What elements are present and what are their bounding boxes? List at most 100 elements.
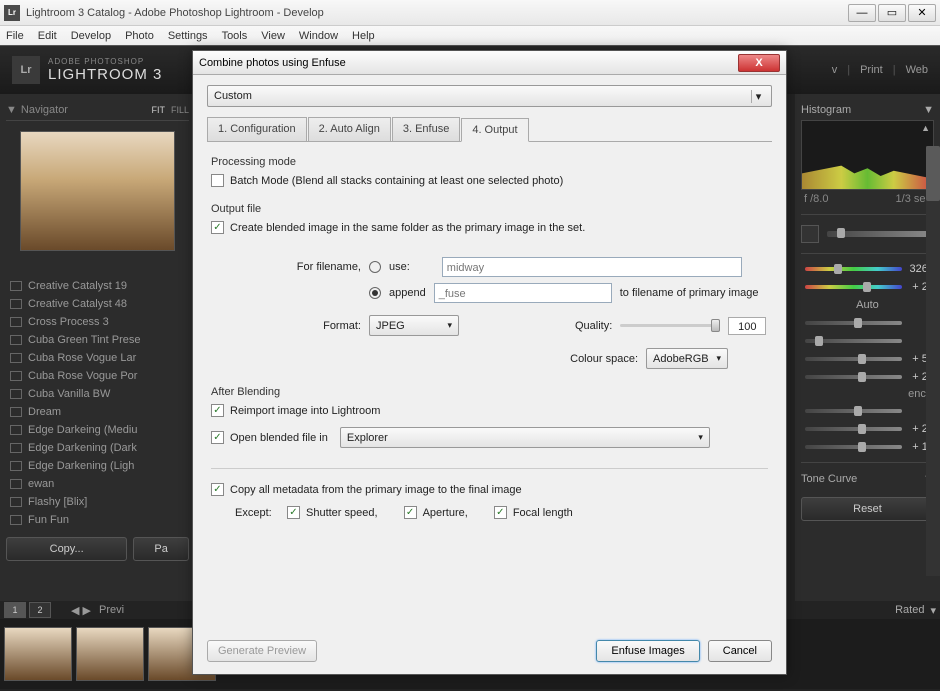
navigator-header[interactable]: ▼ Navigator FIT FILL <box>6 100 189 121</box>
open-file-label: Open blended file in <box>230 432 328 444</box>
preset-list: Creative Catalyst 19 Creative Catalyst 4… <box>6 277 189 529</box>
copy-metadata-label: Copy all metadata from the primary image… <box>230 484 522 496</box>
triangle-icon: ▼ <box>6 104 17 116</box>
batch-mode-label: Batch Mode (Blend all stacks containing … <box>230 175 563 187</box>
append-suffix-label: to filename of primary image <box>620 287 759 299</box>
menu-photo[interactable]: Photo <box>125 30 154 42</box>
preset-item[interactable]: Cuba Green Tint Prese <box>6 331 189 349</box>
open-file-checkbox[interactable]: ✓ <box>211 431 224 444</box>
chevron-down-icon: ▾ <box>698 432 703 443</box>
preset-item[interactable]: ewan <box>6 475 189 493</box>
menu-develop[interactable]: Develop <box>71 30 111 42</box>
menu-window[interactable]: Window <box>299 30 338 42</box>
menu-view[interactable]: View <box>261 30 285 42</box>
tab-configuration[interactable]: 1. Configuration <box>207 117 307 141</box>
chevron-down-icon: ▾ <box>447 320 452 331</box>
same-folder-checkbox[interactable]: ✓ <box>211 221 224 234</box>
filter-rated[interactable]: Rated <box>895 604 924 616</box>
menu-help[interactable]: Help <box>352 30 375 42</box>
open-in-select[interactable]: Explorer▾ <box>340 427 710 448</box>
preset-dropdown[interactable]: Custom▾ <box>207 85 772 107</box>
batch-mode-checkbox[interactable] <box>211 174 224 187</box>
preset-item[interactable]: Creative Catalyst 19 <box>6 277 189 295</box>
close-button[interactable]: ✕ <box>908 4 936 22</box>
fill-toggle[interactable]: FILL <box>171 105 189 115</box>
cancel-button[interactable]: Cancel <box>708 640 772 662</box>
preset-item[interactable]: Creative Catalyst 48 <box>6 295 189 313</box>
window-title: Lightroom 3 Catalog - Adobe Photoshop Li… <box>26 7 324 19</box>
right-scrollbar[interactable] <box>926 146 940 576</box>
filmstrip-thumb[interactable] <box>4 627 72 681</box>
reimport-label: Reimport image into Lightroom <box>230 405 380 417</box>
tab-bar: 1. Configuration 2. Auto Align 3. Enfuse… <box>207 117 772 141</box>
preset-item[interactable]: Edge Darkening (Ligh <box>6 457 189 475</box>
module-web[interactable]: Web <box>906 64 928 76</box>
histogram-display[interactable]: ▲ <box>801 120 934 190</box>
preset-item[interactable]: Cuba Vanilla BW <box>6 385 189 403</box>
menu-settings[interactable]: Settings <box>168 30 208 42</box>
except-aperture-label: Aperture, <box>423 507 468 519</box>
except-shutter-checkbox[interactable]: ✓ <box>287 506 300 519</box>
auto-button[interactable]: Auto <box>801 296 934 314</box>
preset-item[interactable]: Dream <box>6 403 189 421</box>
filmstrip-thumb[interactable] <box>76 627 144 681</box>
format-select[interactable]: JPEG▾ <box>369 315 459 336</box>
dialog-close-button[interactable]: X <box>738 54 780 72</box>
except-focal-checkbox[interactable]: ✓ <box>494 506 507 519</box>
tab-autoalign[interactable]: 2. Auto Align <box>308 117 391 141</box>
preset-item[interactable]: Flashy [Blix] <box>6 493 189 511</box>
presence-label: ence <box>801 386 934 402</box>
menu-file[interactable]: File <box>6 30 24 42</box>
append-input[interactable]: _fuse <box>434 283 612 303</box>
enfuse-dialog: Combine photos using Enfuse X Custom▾ 1.… <box>192 50 787 675</box>
dialog-title: Combine photos using Enfuse <box>199 57 346 69</box>
except-shutter-label: Shutter speed, <box>306 507 378 519</box>
crop-tool-icon[interactable] <box>801 225 819 243</box>
window-titlebar: Lr Lightroom 3 Catalog - Adobe Photoshop… <box>0 0 940 26</box>
left-panel: ▼ Navigator FIT FILL Creative Catalyst 1… <box>0 94 195 601</box>
colorspace-select[interactable]: AdobeRGB▾ <box>646 348 728 369</box>
preset-item[interactable]: Edge Darkening (Dark <box>6 439 189 457</box>
preset-item[interactable]: Edge Darkeing (Mediu <box>6 421 189 439</box>
copy-metadata-checkbox[interactable]: ✓ <box>211 483 224 496</box>
tab-output[interactable]: 4. Output <box>461 118 528 142</box>
preset-item[interactable]: Cuba Rose Vogue Lar <box>6 349 189 367</box>
tonecurve-header[interactable]: Tone Curve▼ <box>801 469 934 489</box>
quality-slider[interactable] <box>620 324 720 327</box>
preset-item[interactable]: Cross Process 3 <box>6 313 189 331</box>
copy-button[interactable]: Copy... <box>6 537 127 561</box>
reset-button[interactable]: Reset <box>801 497 934 521</box>
module-develop[interactable]: v <box>832 64 838 76</box>
preset-item[interactable]: Cuba Rose Vogue Por <box>6 367 189 385</box>
menu-tools[interactable]: Tools <box>222 30 248 42</box>
fit-toggle[interactable]: FIT <box>151 105 165 115</box>
minimize-button[interactable]: — <box>848 4 876 22</box>
paste-button[interactable]: Pa <box>133 537 189 561</box>
use-filename-input[interactable]: midway <box>442 257 742 277</box>
quality-value[interactable]: 100 <box>728 317 766 335</box>
maximize-button[interactable]: ▭ <box>878 4 906 22</box>
menu-bar: File Edit Develop Photo Settings Tools V… <box>0 26 940 46</box>
group-processing-mode: Processing mode <box>211 156 768 168</box>
tab-enfuse[interactable]: 3. Enfuse <box>392 117 460 141</box>
group-output-file: Output file <box>211 203 768 215</box>
except-aperture-checkbox[interactable]: ✓ <box>404 506 417 519</box>
use-label: use: <box>389 261 410 273</box>
brand-text: ADOBE PHOTOSHOP LIGHTROOM 3 <box>48 57 162 83</box>
menu-edit[interactable]: Edit <box>38 30 57 42</box>
right-panel: Histogram▼ ▲ f /8.0 1/3 sec 3263 + 21 Au… <box>795 94 940 601</box>
module-print[interactable]: Print <box>860 64 883 76</box>
histogram-header[interactable]: Histogram▼ <box>801 100 934 120</box>
except-focal-label: Focal length <box>513 507 573 519</box>
append-radio[interactable] <box>369 287 381 299</box>
display-2[interactable]: 2 <box>29 602 51 618</box>
preset-item[interactable]: Fun Fun <box>6 511 189 529</box>
navigator-preview[interactable] <box>20 131 175 251</box>
use-radio[interactable] <box>369 261 381 273</box>
quality-label: Quality: <box>575 320 612 332</box>
app-icon: Lr <box>4 5 20 21</box>
reimport-checkbox[interactable]: ✓ <box>211 404 224 417</box>
enfuse-images-button[interactable]: Enfuse Images <box>596 640 699 662</box>
display-1[interactable]: 1 <box>4 602 26 618</box>
generate-preview-button[interactable]: Generate Preview <box>207 640 317 662</box>
